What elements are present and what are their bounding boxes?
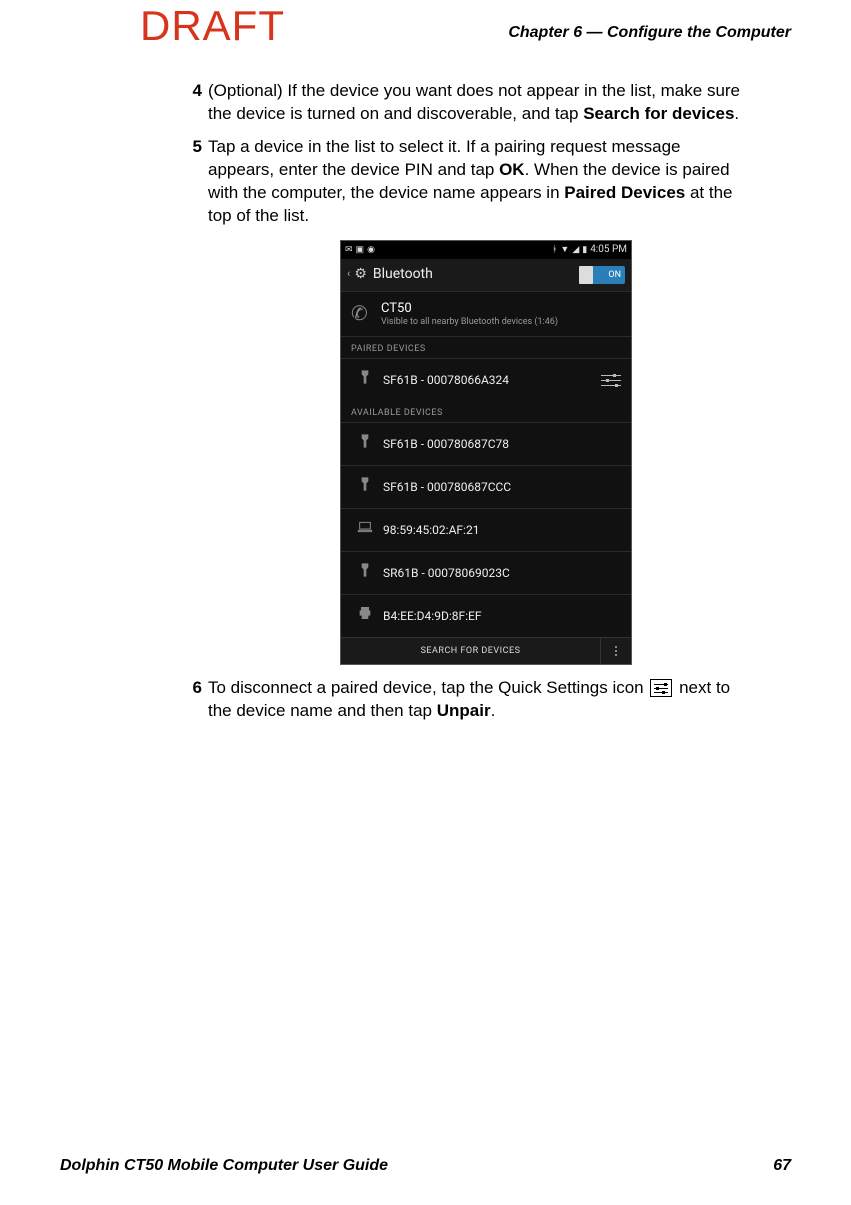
phone-mock: ✉︎ ▣ ◉ ᚼ ▼ ◢ ▮ 4:05 PM ‹ ⚙︎ Blueto bbox=[340, 240, 632, 665]
overflow-menu-icon[interactable] bbox=[600, 638, 631, 664]
wifi-icon: ▼ bbox=[560, 244, 569, 256]
mail-icon: ✉︎ bbox=[345, 244, 353, 256]
self-device-name: CT50 bbox=[381, 300, 621, 318]
step-body: (Optional) If the device you want does n… bbox=[208, 80, 750, 126]
signal-icon: ◢ bbox=[572, 244, 579, 256]
bluetooth-icon: ᚼ bbox=[552, 244, 557, 256]
bottom-action-bar: SEARCH FOR DEVICES bbox=[341, 637, 631, 664]
step-body: Tap a device in the list to select it. I… bbox=[208, 136, 750, 228]
scanner-icon bbox=[351, 476, 379, 498]
available-device-row[interactable]: SF61B - 000780687C78 bbox=[341, 422, 631, 465]
available-device-row[interactable]: 98:59:45:02:AF:21 bbox=[341, 508, 631, 551]
status-right: ᚼ ▼ ◢ ▮ 4:05 PM bbox=[552, 243, 627, 257]
bold: OK bbox=[499, 160, 525, 179]
scanner-icon bbox=[351, 433, 379, 455]
battery-icon: ▮ bbox=[582, 244, 587, 256]
title-bar: ‹ ⚙︎ Bluetooth ON bbox=[341, 259, 631, 292]
search-for-devices-button[interactable]: SEARCH FOR DEVICES bbox=[341, 645, 600, 657]
page-footer: Dolphin CT50 Mobile Computer User Guide … bbox=[60, 1157, 791, 1175]
status-left-icons: ✉︎ ▣ ◉ bbox=[345, 244, 552, 256]
available-device-row[interactable]: B4:EE:D4:9D:8F:EF bbox=[341, 594, 631, 637]
bold: Unpair bbox=[437, 701, 491, 720]
text: . bbox=[734, 104, 739, 123]
text: . bbox=[491, 701, 496, 720]
status-bar: ✉︎ ▣ ◉ ᚼ ▼ ◢ ▮ 4:05 PM bbox=[341, 241, 631, 259]
available-devices-label: AVAILABLE DEVICES bbox=[341, 401, 631, 422]
quick-settings-icon bbox=[650, 679, 672, 697]
chapter-header: Chapter 6 — Configure the Computer bbox=[508, 24, 791, 42]
draft-watermark: DRAFT bbox=[140, 2, 285, 50]
printer-icon bbox=[351, 605, 379, 627]
step-number: 6 bbox=[180, 677, 202, 723]
gear-icon: ⚙︎ bbox=[354, 265, 367, 284]
paired-devices-label: PAIRED DEVICES bbox=[341, 337, 631, 358]
device-name: SF61B - 000780687C78 bbox=[383, 436, 621, 452]
toggle-label: ON bbox=[608, 269, 621, 281]
screenshot-bluetooth-settings: ✉︎ ▣ ◉ ᚼ ▼ ◢ ▮ 4:05 PM ‹ ⚙︎ Blueto bbox=[340, 240, 750, 665]
clock: 4:05 PM bbox=[590, 243, 627, 257]
quick-settings-icon[interactable] bbox=[601, 373, 621, 387]
device-name: B4:EE:D4:9D:8F:EF bbox=[383, 608, 621, 624]
device-name: SR61B - 00078069023C bbox=[383, 565, 621, 581]
bold: Search for devices bbox=[583, 104, 734, 123]
self-device-subtitle: Visible to all nearby Bluetooth devices … bbox=[381, 317, 621, 328]
bluetooth-toggle[interactable]: ON bbox=[579, 266, 625, 284]
device-name: SF61B - 000780687CCC bbox=[383, 479, 621, 495]
text: To disconnect a paired device, tap the Q… bbox=[208, 678, 648, 697]
laptop-icon bbox=[351, 519, 379, 541]
step-5: 5 Tap a device in the list to select it.… bbox=[180, 136, 750, 228]
footer-page-number: 67 bbox=[773, 1157, 791, 1175]
scanner-icon bbox=[351, 369, 379, 391]
footer-title: Dolphin CT50 Mobile Computer User Guide bbox=[60, 1157, 388, 1175]
self-device-row[interactable]: ✆ CT50 Visible to all nearby Bluetooth d… bbox=[341, 292, 631, 337]
device-name: SF61B - 00078066A324 bbox=[383, 372, 601, 388]
screen-title: Bluetooth bbox=[373, 265, 579, 284]
available-device-row[interactable]: SR61B - 00078069023C bbox=[341, 551, 631, 594]
paired-device-row[interactable]: SF61B - 00078066A324 bbox=[341, 358, 631, 401]
steps-list: 4 (Optional) If the device you want does… bbox=[180, 80, 750, 722]
status-icon: ◉ bbox=[367, 244, 375, 256]
bold: Paired Devices bbox=[564, 183, 685, 202]
step-number: 5 bbox=[180, 136, 202, 228]
phone-icon: ✆ bbox=[351, 300, 381, 327]
scanner-icon bbox=[351, 562, 379, 584]
back-icon[interactable]: ‹ bbox=[347, 267, 350, 282]
step-4: 4 (Optional) If the device you want does… bbox=[180, 80, 750, 126]
step-body: To disconnect a paired device, tap the Q… bbox=[208, 677, 750, 723]
device-name: 98:59:45:02:AF:21 bbox=[383, 522, 621, 538]
step-number: 4 bbox=[180, 80, 202, 126]
status-icon: ▣ bbox=[356, 244, 365, 256]
step-6: 6 To disconnect a paired device, tap the… bbox=[180, 677, 750, 723]
available-device-row[interactable]: SF61B - 000780687CCC bbox=[341, 465, 631, 508]
